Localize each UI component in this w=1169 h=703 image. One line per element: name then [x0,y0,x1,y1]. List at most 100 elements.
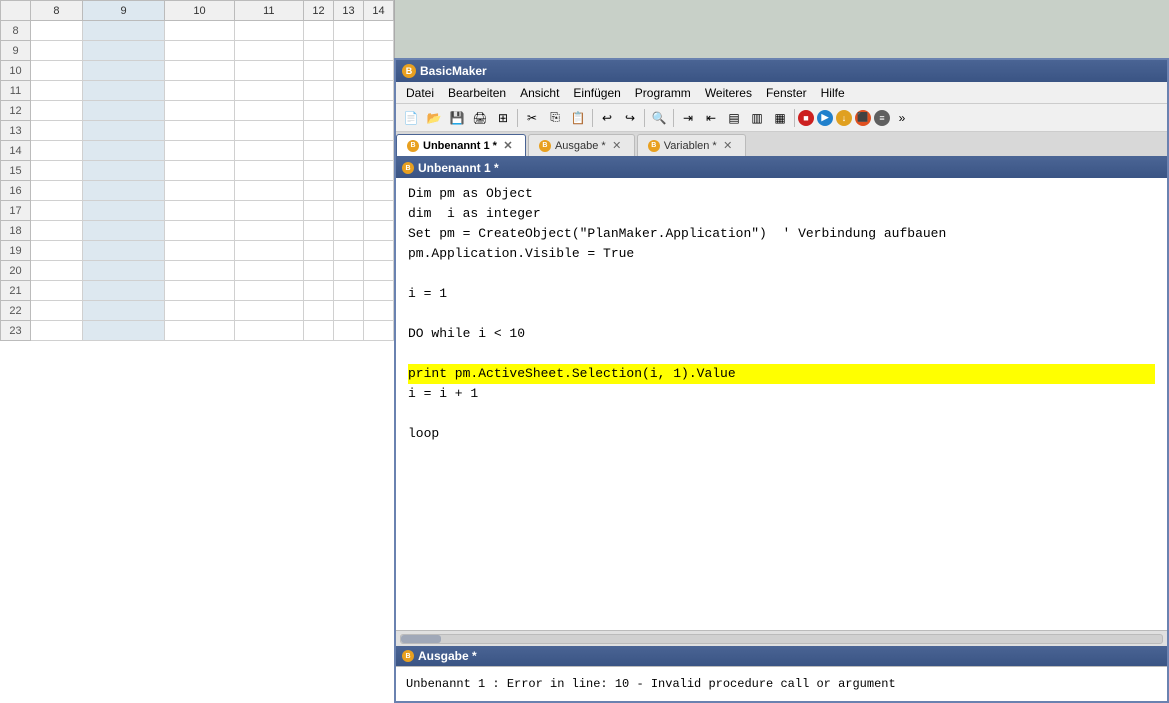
step-icon[interactable]: ↓ [836,110,852,126]
options-icon[interactable]: ≡ [874,110,890,126]
cell-15-1[interactable] [82,161,164,181]
code-line-1[interactable]: dim i as integer [408,204,1155,224]
cell-23-6[interactable] [364,321,394,341]
cell-22-2[interactable] [165,301,234,321]
cell-18-0[interactable] [31,221,83,241]
cell-20-2[interactable] [165,261,234,281]
cell-14-2[interactable] [165,141,234,161]
cell-15-5[interactable] [334,161,364,181]
cell-17-1[interactable] [82,201,164,221]
indent-button[interactable]: ⇥ [677,107,699,129]
cell-12-2[interactable] [165,101,234,121]
cell-20-4[interactable] [304,261,334,281]
cell-17-4[interactable] [304,201,334,221]
find-button[interactable]: 🔍 [648,107,670,129]
save-button[interactable]: 💾 [446,107,468,129]
cell-13-3[interactable] [234,121,303,141]
cell-22-3[interactable] [234,301,303,321]
cell-14-4[interactable] [304,141,334,161]
code-line-7[interactable]: DO while i < 10 [408,324,1155,344]
cell-22-6[interactable] [364,301,394,321]
cut-button[interactable]: ✂ [521,107,543,129]
cell-9-1[interactable] [82,41,164,61]
col-header-11[interactable]: 11 [234,1,303,21]
horizontal-scrollbar[interactable] [396,630,1167,646]
cell-9-4[interactable] [304,41,334,61]
cell-20-6[interactable] [364,261,394,281]
cell-12-4[interactable] [304,101,334,121]
cell-16-1[interactable] [82,181,164,201]
cell-12-0[interactable] [31,101,83,121]
cell-23-3[interactable] [234,321,303,341]
cell-8-3[interactable] [234,21,303,41]
col-header-9[interactable]: 9 [82,1,164,21]
cell-12-6[interactable] [364,101,394,121]
cell-11-5[interactable] [334,81,364,101]
cell-11-4[interactable] [304,81,334,101]
cell-22-1[interactable] [82,301,164,321]
cell-9-3[interactable] [234,41,303,61]
cell-15-2[interactable] [165,161,234,181]
cell-8-4[interactable] [304,21,334,41]
cell-11-3[interactable] [234,81,303,101]
cell-20-5[interactable] [334,261,364,281]
cell-20-0[interactable] [31,261,83,281]
cell-10-0[interactable] [31,61,83,81]
col-header-13[interactable]: 13 [334,1,364,21]
cell-12-5[interactable] [334,101,364,121]
cell-20-3[interactable] [234,261,303,281]
tab-unbenannt[interactable]: B Unbenannt 1 * ✕ [396,134,526,156]
code-line-2[interactable]: Set pm = CreateObject("PlanMaker.Applica… [408,224,1155,244]
menu-hilfe[interactable]: Hilfe [815,84,851,102]
cell-22-4[interactable] [304,301,334,321]
stop-icon[interactable]: ■ [798,110,814,126]
cell-8-5[interactable] [334,21,364,41]
cell-20-1[interactable] [82,261,164,281]
cell-13-1[interactable] [82,121,164,141]
tab-variablen[interactable]: B Variablen * ✕ [637,134,746,156]
outdent-button[interactable]: ⇤ [700,107,722,129]
scroll-thumb[interactable] [401,635,441,643]
cell-19-4[interactable] [304,241,334,261]
cell-16-6[interactable] [364,181,394,201]
cell-13-2[interactable] [165,121,234,141]
cell-18-5[interactable] [334,221,364,241]
cell-15-4[interactable] [304,161,334,181]
cell-14-3[interactable] [234,141,303,161]
tab-close-unbenannt[interactable]: ✕ [501,139,515,153]
run-icon[interactable]: ▶ [817,110,833,126]
cell-8-0[interactable] [31,21,83,41]
cell-8-6[interactable] [364,21,394,41]
cell-18-4[interactable] [304,221,334,241]
cell-17-2[interactable] [165,201,234,221]
cell-16-3[interactable] [234,181,303,201]
menu-einfuegen[interactable]: Einfügen [567,84,626,102]
cell-13-0[interactable] [31,121,83,141]
code-line-11[interactable] [408,404,1155,424]
col-header-8[interactable]: 8 [31,1,83,21]
cell-14-0[interactable] [31,141,83,161]
cell-13-4[interactable] [304,121,334,141]
menu-ansicht[interactable]: Ansicht [514,84,565,102]
cell-16-2[interactable] [165,181,234,201]
cell-9-0[interactable] [31,41,83,61]
cell-19-1[interactable] [82,241,164,261]
cell-17-5[interactable] [334,201,364,221]
print2-button[interactable]: ⊞ [492,107,514,129]
code-line-6[interactable] [408,304,1155,324]
break-icon[interactable]: ⬛ [855,110,871,126]
copy-button[interactable]: ⎘ [544,107,566,129]
redo-button[interactable]: ↪ [619,107,641,129]
tab-close-variablen[interactable]: ✕ [721,139,735,153]
cell-23-5[interactable] [334,321,364,341]
code-editor[interactable]: Dim pm as Objectdim i as integerSet pm =… [396,178,1167,630]
cell-18-2[interactable] [165,221,234,241]
code-line-5[interactable]: i = 1 [408,284,1155,304]
cell-9-6[interactable] [364,41,394,61]
print-button[interactable]: 🖨 [469,107,491,129]
cell-21-5[interactable] [334,281,364,301]
code-line-3[interactable]: pm.Application.Visible = True [408,244,1155,264]
menu-datei[interactable]: Datei [400,84,440,102]
menu-fenster[interactable]: Fenster [760,84,813,102]
cell-23-0[interactable] [31,321,83,341]
